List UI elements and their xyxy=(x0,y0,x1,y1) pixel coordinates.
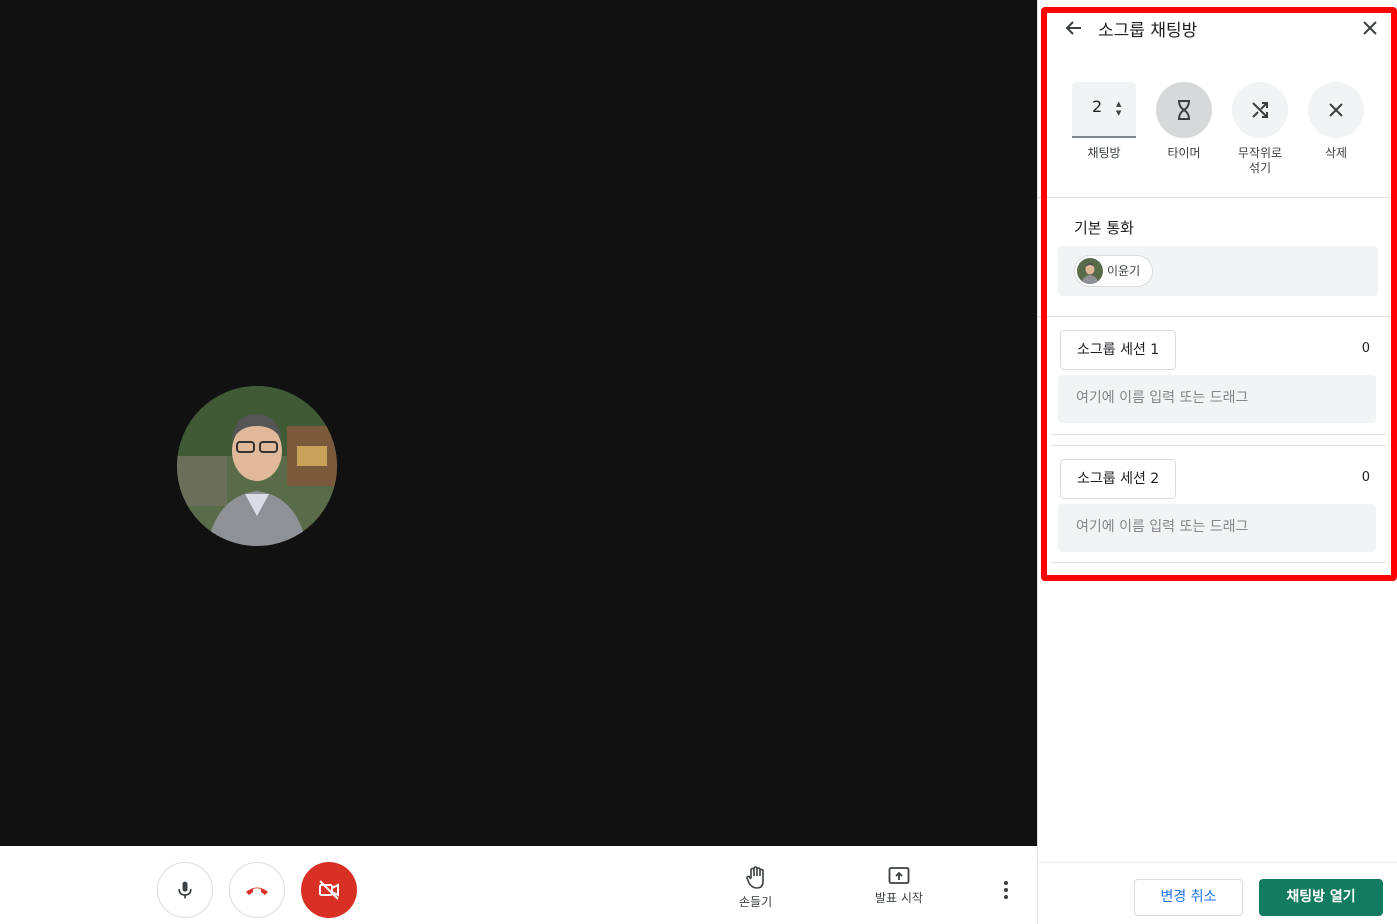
video-stage xyxy=(0,0,1037,846)
breakout-session: 소그룹 세션 2 0 여기에 이름 입력 또는 드래그 xyxy=(1052,445,1386,563)
hourglass-icon xyxy=(1178,100,1190,120)
participant-avatar xyxy=(177,386,337,546)
hang-up-icon xyxy=(246,887,268,895)
raise-hand-icon xyxy=(745,866,764,889)
room-count-control: 2 ▲ ▼ 채팅방 xyxy=(1072,82,1136,161)
cancel-changes-button[interactable]: 변경 취소 xyxy=(1134,879,1243,916)
end-call-button[interactable] xyxy=(229,862,285,918)
room-tools: 2 ▲ ▼ 채팅방 타이머 무작위로 섞기 삭제 xyxy=(1038,80,1397,190)
arrow-back-icon xyxy=(1065,21,1081,35)
microphone-button[interactable] xyxy=(157,862,213,918)
timer-label: 타이머 xyxy=(1167,146,1201,160)
session-participant-count: 0 xyxy=(1361,470,1370,485)
shuffle-label-line1: 무작위로 xyxy=(1237,146,1283,160)
back-button[interactable] xyxy=(1060,14,1088,42)
divider xyxy=(1038,197,1397,198)
stepper-arrows-icon[interactable]: ▲ ▼ xyxy=(1116,100,1121,118)
room-count-label: 채팅방 xyxy=(1087,146,1121,160)
close-panel-button[interactable] xyxy=(1356,14,1384,42)
close-icon xyxy=(1329,103,1343,117)
bottom-control-bar: 손들기 발표 시작 xyxy=(0,846,1037,924)
close-icon xyxy=(1363,21,1377,35)
delete-button[interactable]: 삭제 xyxy=(1308,82,1364,161)
delete-label: 삭제 xyxy=(1324,146,1348,160)
avatar xyxy=(1077,258,1103,284)
session-name-button[interactable]: 소그룹 세션 2 xyxy=(1060,459,1177,499)
session-name-button[interactable]: 소그룹 세션 1 xyxy=(1060,330,1177,370)
open-rooms-button[interactable]: 채팅방 열기 xyxy=(1259,879,1383,916)
participant-chip[interactable]: 이윤기 xyxy=(1074,255,1154,287)
present-button[interactable]: 발표 시작 xyxy=(875,866,923,906)
shuffle-label-line2: 섞기 xyxy=(1248,161,1272,175)
present-label: 발표 시작 xyxy=(875,891,923,905)
raise-hand-button[interactable]: 손들기 xyxy=(739,866,772,910)
main-call-participants: 이윤기 xyxy=(1058,246,1378,296)
timer-button[interactable]: 타이머 xyxy=(1156,82,1212,161)
breakout-rooms-panel: 소그룹 채팅방 2 ▲ ▼ 채팅방 타이머 무작위로 섞기 삭제 기본 통화 이… xyxy=(1037,0,1397,924)
camera-off-icon xyxy=(319,880,339,900)
main-call-label: 기본 통화 xyxy=(1074,219,1134,237)
more-vert-icon xyxy=(1004,881,1008,899)
present-screen-icon xyxy=(888,867,910,884)
session-participant-count: 0 xyxy=(1361,341,1370,356)
more-options-button[interactable] xyxy=(998,880,1014,904)
participant-name: 이윤기 xyxy=(1107,264,1141,278)
shuffle-button[interactable]: 무작위로 섞기 xyxy=(1232,82,1288,176)
shuffle-icon xyxy=(1252,102,1268,118)
panel-footer: 변경 취소 채팅방 열기 xyxy=(1038,862,1397,924)
panel-title: 소그룹 채팅방 xyxy=(1098,21,1198,41)
microphone-icon xyxy=(178,881,192,899)
panel-header: 소그룹 채팅방 xyxy=(1038,14,1397,44)
breakout-session: 소그룹 세션 1 0 여기에 이름 입력 또는 드래그 xyxy=(1052,317,1386,435)
room-count-stepper[interactable]: 2 ▲ ▼ xyxy=(1072,82,1136,138)
raise-hand-label: 손들기 xyxy=(739,895,773,909)
camera-off-button[interactable] xyxy=(301,862,357,918)
session-add-input[interactable]: 여기에 이름 입력 또는 드래그 xyxy=(1058,504,1376,552)
room-count-value: 2 xyxy=(1092,97,1103,116)
session-add-input[interactable]: 여기에 이름 입력 또는 드래그 xyxy=(1058,375,1376,423)
